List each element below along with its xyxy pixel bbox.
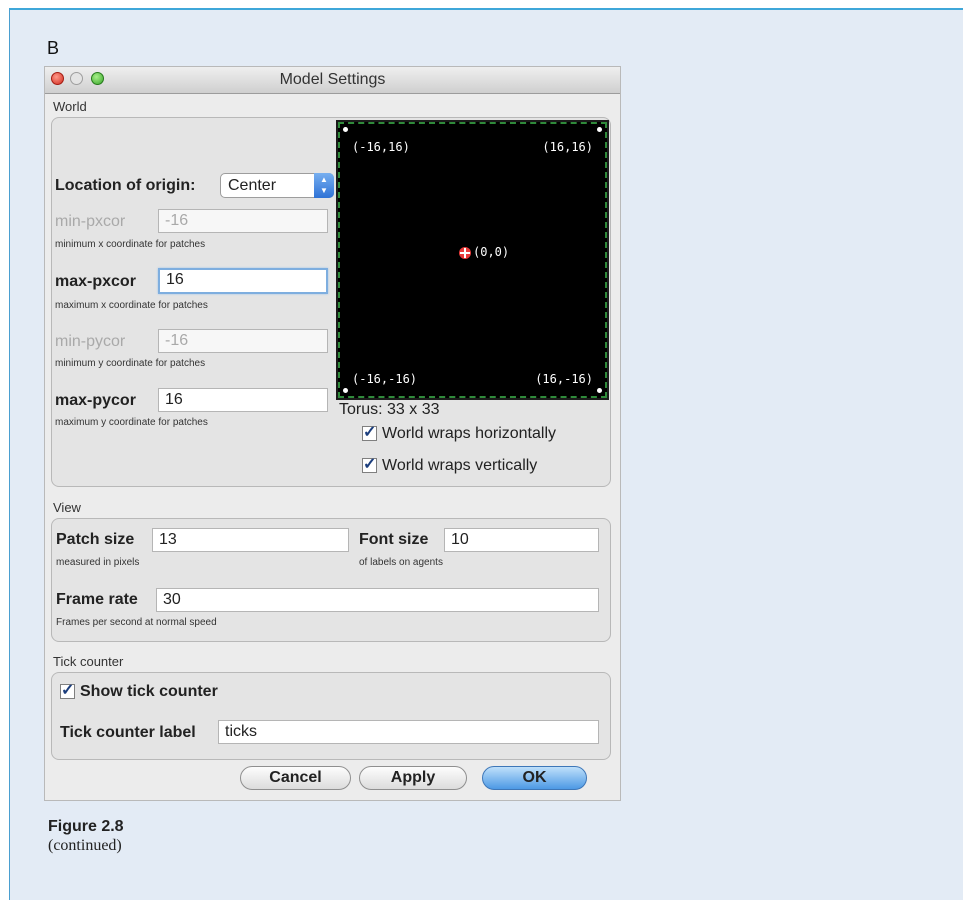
world-section-label: World (53, 99, 87, 114)
wrap-horizontal-label[interactable]: World wraps horizontally (382, 425, 556, 443)
min-pycor-field[interactable]: -16 (158, 329, 328, 353)
view-group: Patch size 13 measured in pixels Font si… (51, 518, 611, 642)
corner-dot (597, 388, 602, 393)
tick-counter-label-field[interactable]: ticks (218, 720, 599, 744)
view-section-label: View (53, 500, 81, 515)
max-pxcor-label: max-pxcor (55, 273, 136, 290)
corner-dot (343, 127, 348, 132)
max-pycor-label: max-pycor (55, 392, 136, 409)
torus-label: Torus: 33 x 33 (339, 401, 440, 418)
frame-rate-field[interactable]: 30 (156, 588, 599, 612)
min-pycor-hint: minimum y coordinate for patches (55, 358, 206, 369)
tick-counter-group: ✓ Show tick counter Tick counter label t… (51, 672, 611, 760)
show-tick-counter-label[interactable]: Show tick counter (80, 683, 218, 701)
max-pycor-hint: maximum y coordinate for patches (55, 417, 208, 428)
show-tick-counter-checkbox[interactable]: ✓ (60, 683, 75, 699)
center-label: (0,0) (473, 245, 510, 259)
font-size-hint: of labels on agents (359, 557, 443, 568)
min-pycor-label: min-pycor (55, 333, 126, 350)
min-pxcor-hint: minimum x coordinate for patches (55, 239, 206, 250)
title-bar[interactable]: Model Settings (45, 67, 620, 94)
patch-size-label: Patch size (56, 531, 135, 548)
corner-label-top-right: (16,16) (542, 140, 593, 154)
max-pycor-field[interactable]: 16 (158, 388, 328, 412)
corner-label-top-left: (-16,16) (352, 140, 410, 154)
origin-select[interactable]: Center ▲ ▼ (220, 173, 334, 198)
wrap-vertical-label[interactable]: World wraps vertically (382, 457, 537, 475)
corner-dot (597, 127, 602, 132)
max-pxcor-field[interactable]: 16 (158, 268, 328, 294)
corner-dot (343, 388, 348, 393)
figure-title: Figure 2.8 (48, 818, 124, 835)
tick-counter-section-label: Tick counter (53, 654, 124, 669)
cancel-button[interactable]: Cancel (240, 766, 351, 790)
min-pxcor-label: min-pxcor (55, 213, 126, 230)
origin-label: Location of origin: (55, 177, 196, 194)
min-pxcor-field[interactable]: -16 (158, 209, 328, 233)
figure-subtitle: (continued) (48, 837, 122, 854)
select-arrows-icon: ▲ ▼ (314, 173, 334, 198)
apply-button[interactable]: Apply (359, 766, 467, 790)
world-group: Location of origin: Center ▲ ▼ min-pxcor … (51, 117, 611, 487)
ok-button[interactable]: OK (482, 766, 587, 790)
origin-marker-icon (459, 247, 471, 259)
frame-rate-hint: Frames per second at normal speed (56, 617, 217, 628)
font-size-label: Font size (359, 531, 429, 548)
font-size-field[interactable]: 10 (444, 528, 599, 552)
patch-size-field[interactable]: 13 (152, 528, 349, 552)
patch-size-hint: measured in pixels (56, 557, 140, 568)
wrap-horizontal-checkbox[interactable]: ✓ (362, 425, 377, 441)
world-preview: (-16,16) (16,16) (0,0) (-16,-16) (16,-16… (336, 120, 609, 400)
max-pxcor-hint: maximum x coordinate for patches (55, 300, 208, 311)
frame-rate-label: Frame rate (56, 591, 138, 608)
model-settings-dialog: Model Settings World Location of origin:… (44, 66, 621, 801)
origin-select-value: Center (228, 177, 277, 194)
corner-label-bottom-right: (16,-16) (535, 372, 593, 386)
panel-letter: B (47, 38, 60, 58)
tick-counter-label-label: Tick counter label (60, 724, 196, 741)
corner-label-bottom-left: (-16,-16) (352, 372, 418, 386)
window-title: Model Settings (279, 71, 386, 88)
wrap-vertical-checkbox[interactable]: ✓ (362, 457, 377, 473)
